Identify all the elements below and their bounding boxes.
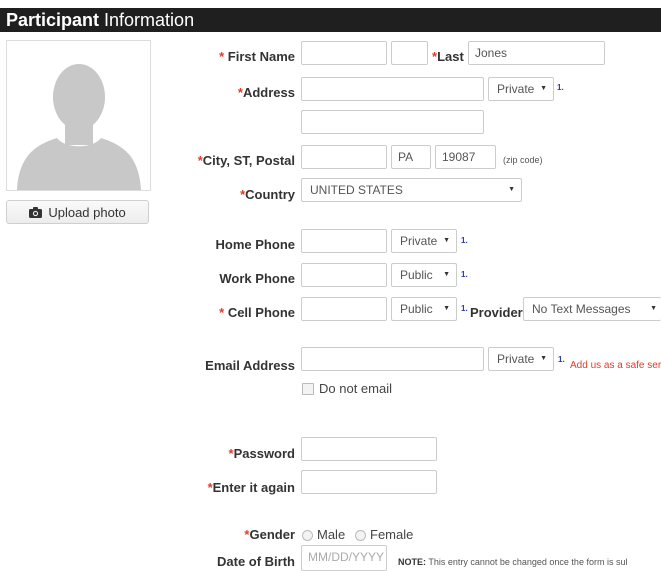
chevron-down-icon: ▼	[508, 186, 515, 193]
work-phone-input[interactable]	[301, 263, 387, 287]
chevron-down-icon: ▼	[443, 271, 450, 278]
address-note-link[interactable]: 1.	[557, 83, 564, 92]
chevron-down-icon: ▼	[650, 305, 657, 312]
cell-phone-privacy-select[interactable]: Public ▼	[391, 297, 457, 321]
state-input[interactable]: PA	[391, 145, 431, 169]
provider-label: Provider	[470, 305, 523, 320]
email-label: Email Address	[205, 358, 295, 373]
camera-icon	[29, 206, 43, 218]
first-name-label: * First Name	[219, 49, 295, 64]
avatar-placeholder-icon	[17, 64, 141, 190]
city-input[interactable]	[301, 145, 387, 169]
home-phone-privacy-select[interactable]: Private ▼	[391, 229, 457, 253]
last-name-input[interactable]: Jones	[468, 41, 605, 65]
work-phone-label: Work Phone	[219, 271, 295, 286]
gender-female-label: Female	[370, 527, 414, 542]
cell-phone-note-link[interactable]: 1.	[461, 304, 468, 313]
password-again-input[interactable]	[301, 470, 437, 494]
chevron-down-icon: ▼	[443, 305, 450, 312]
work-phone-privacy-select[interactable]: Public ▼	[391, 263, 457, 287]
password-again-label: *Enter it again	[207, 480, 295, 495]
address-privacy-select[interactable]: Private ▼	[488, 77, 554, 101]
email-note-link[interactable]: 1.	[558, 355, 565, 364]
address-line1-input[interactable]	[301, 77, 484, 101]
gender-male-radio[interactable]	[302, 530, 313, 541]
provider-select[interactable]: No Text Messages ▼	[523, 297, 661, 321]
zip-input[interactable]: 19087	[435, 145, 496, 169]
upload-photo-button[interactable]: Upload photo	[6, 200, 149, 224]
cell-phone-input[interactable]	[301, 297, 387, 321]
cell-phone-label: * Cell Phone	[219, 305, 295, 320]
city-label: *City, ST, Postal	[197, 153, 295, 168]
email-input[interactable]	[301, 347, 484, 371]
chevron-down-icon: ▼	[443, 237, 450, 244]
chevron-down-icon: ▼	[540, 85, 547, 92]
section-title-bold: Participant	[6, 10, 100, 30]
middle-initial-input[interactable]	[391, 41, 428, 65]
address-line2-input[interactable]	[301, 110, 484, 134]
address-label: *Address	[237, 85, 295, 100]
upload-photo-label: Upload photo	[48, 204, 126, 220]
country-select[interactable]: UNITED STATES ▼	[301, 178, 522, 202]
home-phone-input[interactable]	[301, 229, 387, 253]
password-input[interactable]	[301, 437, 437, 461]
safe-sender-link[interactable]: Add us as a safe ser	[570, 360, 661, 371]
last-name-label: *Last	[432, 49, 464, 64]
chevron-down-icon: ▼	[540, 355, 547, 362]
work-phone-note-link[interactable]: 1.	[461, 270, 468, 279]
section-title-rest: Information	[99, 10, 195, 30]
do-not-email-checkbox[interactable]	[302, 383, 314, 395]
home-phone-note-link[interactable]: 1.	[461, 236, 468, 245]
dob-input[interactable]: MM/DD/YYYY	[301, 545, 387, 571]
gender-female-radio[interactable]	[355, 530, 366, 541]
home-phone-label: Home Phone	[215, 237, 295, 252]
gender-label: *Gender	[244, 527, 295, 542]
profile-photo	[6, 40, 151, 191]
do-not-email-label: Do not email	[319, 381, 392, 396]
country-label: *Country	[240, 187, 295, 202]
password-label: *Password	[228, 446, 295, 461]
dob-placeholder: MM/DD/YYYY	[308, 550, 385, 564]
first-name-input[interactable]	[301, 41, 387, 65]
gender-male-label: Male	[317, 527, 346, 542]
section-header: Participant Information	[0, 8, 661, 32]
zip-hint: (zip code)	[503, 155, 543, 165]
dob-note: NOTE: This entry cannot be changed once …	[398, 557, 628, 567]
email-privacy-select[interactable]: Private ▼	[488, 347, 554, 371]
